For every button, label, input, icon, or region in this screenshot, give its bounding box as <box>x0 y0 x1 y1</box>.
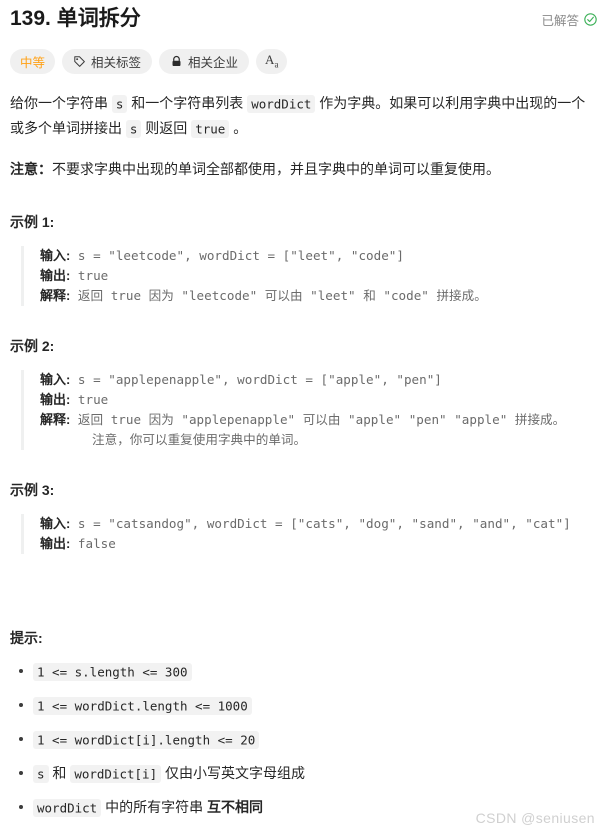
font-size-button[interactable]: Aa <box>256 48 288 74</box>
example-1-block: 输入: s = "leetcode", wordDict = ["leet", … <box>21 246 597 306</box>
problem-page: 139. 单词拆分 已解答 中等 相关标签 相关企业 Aa 给你一个字符串 s … <box>0 0 607 819</box>
note-text: 不要求字典中出现的单词全部都使用，并且字典中的单词可以重复使用。 <box>52 161 500 177</box>
desc-text: 。 <box>229 120 248 136</box>
input-label: 输入: <box>40 248 71 263</box>
lock-icon <box>170 55 183 68</box>
inline-code: 1 <= wordDict.length <= 1000 <box>33 696 252 715</box>
output-value: true <box>70 392 109 407</box>
difficulty-label: 中等 <box>20 55 46 70</box>
output-label: 输出: <box>40 268 71 283</box>
tag-icon <box>73 55 86 68</box>
problem-description: 给你一个字符串 s 和一个字符串列表 wordDict 作为字典。如果可以利用字… <box>10 91 597 182</box>
desc-text: 给你一个字符串 <box>10 95 112 111</box>
example-2-heading: 示例 2: <box>10 338 55 354</box>
example-output-line: 输出: false <box>40 534 597 554</box>
output-label: 输出: <box>40 536 71 551</box>
example-1-heading: 示例 1: <box>10 214 55 230</box>
explain-label: 解释: <box>40 288 71 303</box>
input-value: s = "applepenapple", wordDict = ["apple"… <box>70 372 442 387</box>
input-value: s = "leetcode", wordDict = ["leet", "cod… <box>70 248 404 263</box>
hints-heading: 提示: <box>10 630 43 646</box>
example-input-line: 输入: s = "applepenapple", wordDict = ["ap… <box>40 370 597 390</box>
input-label: 输入: <box>40 516 71 531</box>
example-explain-line: 解释: 返回 true 因为 "leetcode" 可以由 "leet" 和 "… <box>40 286 597 306</box>
desc-text: 则返回 <box>141 120 192 136</box>
topics-label: 相关标签 <box>91 55 142 70</box>
solved-status-badge: 已解答 <box>541 10 597 29</box>
companies-label: 相关企业 <box>188 55 239 70</box>
output-label: 输出: <box>40 392 71 407</box>
solved-status-label: 已解答 <box>541 13 579 28</box>
inline-code: s <box>33 764 49 783</box>
hint-text: 仅由小写英文字母组成 <box>161 765 305 781</box>
explain-label: 解释: <box>40 412 71 427</box>
output-value: false <box>70 536 116 551</box>
inline-code: true <box>191 119 230 138</box>
font-size-icon: Aa <box>265 51 279 70</box>
description-note: 注意：不要求字典中出现的单词全部都使用，并且字典中的单词可以重复使用。 <box>10 157 597 182</box>
example-output-line: 输出: true <box>40 266 597 286</box>
list-item: 1 <= s.length <= 300 <box>10 660 597 683</box>
note-label: 注意： <box>10 161 52 177</box>
input-value: s = "catsandog", wordDict = ["cats", "do… <box>70 516 571 531</box>
example-input-line: 输入: s = "leetcode", wordDict = ["leet", … <box>40 246 597 266</box>
list-item: 1 <= wordDict.length <= 1000 <box>10 694 597 717</box>
inline-code: 1 <= wordDict[i].length <= 20 <box>33 730 260 749</box>
page-title: 139. 单词拆分 <box>10 7 141 30</box>
inline-code: wordDict <box>247 94 316 113</box>
example-2-block: 输入: s = "applepenapple", wordDict = ["ap… <box>21 370 597 450</box>
example-3-block: 输入: s = "catsandog", wordDict = ["cats",… <box>21 514 597 554</box>
difficulty-badge[interactable]: 中等 <box>10 48 56 74</box>
companies-button[interactable]: 相关企业 <box>159 48 250 74</box>
example-output-line: 输出: true <box>40 390 597 410</box>
topics-button[interactable]: 相关标签 <box>62 48 153 74</box>
header: 139. 单词拆分 已解答 <box>10 0 597 36</box>
list-item: s 和 wordDict[i] 仅由小写英文字母组成 <box>10 762 597 785</box>
desc-text: 和一个字符串列表 <box>127 95 248 111</box>
hint-text: 中的所有字符串 <box>101 799 207 815</box>
input-label: 输入: <box>40 372 71 387</box>
inline-code: wordDict[i] <box>70 764 162 783</box>
inline-code: 1 <= s.length <= 300 <box>33 662 192 681</box>
badge-row: 中等 相关标签 相关企业 Aa <box>10 48 597 74</box>
example-explain-line: 解释: 返回 true 因为 "applepenapple" 可以由 "appl… <box>40 410 597 430</box>
check-circle-icon <box>584 12 597 26</box>
example-3-heading: 示例 3: <box>10 482 55 498</box>
hints-list: 1 <= s.length <= 300 1 <= wordDict.lengt… <box>10 660 597 819</box>
watermark: CSDN @seniusen <box>475 810 595 826</box>
explain-value: 返回 true 因为 "applepenapple" 可以由 "apple" "… <box>70 412 566 427</box>
description-paragraph-1: 给你一个字符串 s 和一个字符串列表 wordDict 作为字典。如果可以利用字… <box>10 91 597 141</box>
hint-text: 和 <box>48 765 71 781</box>
example-input-line: 输入: s = "catsandog", wordDict = ["cats",… <box>40 514 597 534</box>
hint-bold-text: 互不相同 <box>207 799 263 815</box>
output-value: true <box>70 268 109 283</box>
explain-value: 返回 true 因为 "leetcode" 可以由 "leet" 和 "code… <box>70 288 487 303</box>
inline-code: wordDict <box>33 798 102 817</box>
example-note-line: 注意，你可以重复使用字典中的单词。 <box>92 432 307 447</box>
inline-code: s <box>125 119 142 138</box>
list-item: 1 <= wordDict[i].length <= 20 <box>10 728 597 751</box>
inline-code: s <box>111 94 128 113</box>
